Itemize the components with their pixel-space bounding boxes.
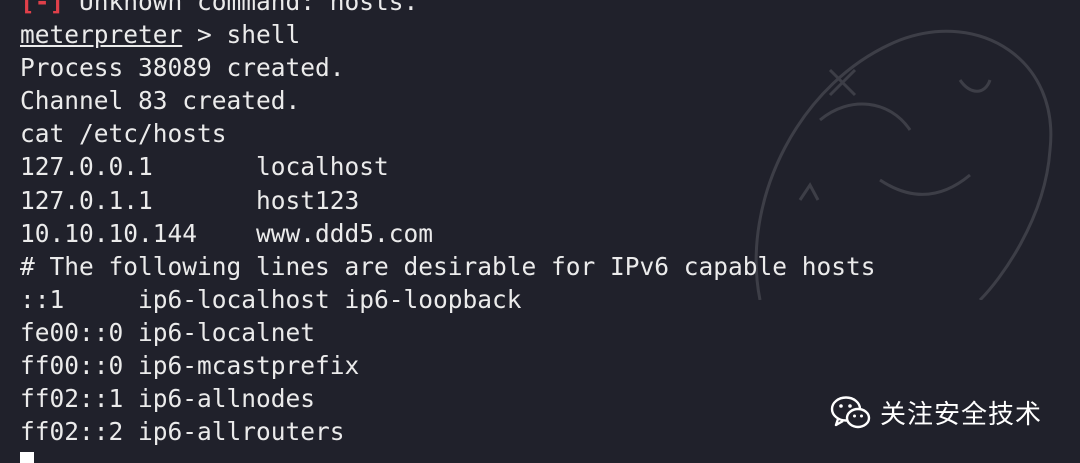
line-text: ff02::1 ip6-allnodes [20,384,316,414]
terminal-line: 127.0.0.1 localhost [20,150,876,183]
line-text: 10.10.10.144 www.ddd5.com [20,218,434,248]
line-text: 127.0.1.1 host123 [20,185,360,215]
terminal-line: fe00::0 ip6-localnet [20,316,876,349]
terminal-line: Channel 83 created. [20,84,876,117]
terminal-line: Process 38089 created. [20,51,876,84]
terminal-line: # The following lines are desirable for … [20,250,876,283]
terminal-line: ::1 ip6-localhost ip6-loopback [20,283,876,316]
meterpreter-prompt: meterpreter [20,20,183,50]
terminal-line: [-] Unknown command: hosts. [20,0,876,18]
watermark-text: 关注安全技术 [879,400,1042,430]
terminal-line: ff00::0 ip6-mcastprefix [20,349,876,382]
terminal-line: ff02::2 ip6-allrouters [20,415,876,448]
terminal-line: cat /etc/hosts [20,117,876,150]
line-text: 127.0.0.1 localhost [20,152,389,182]
line-text: Process 38089 created. [20,53,345,83]
wechat-watermark: 关注安全技术 [830,394,1042,431]
line-text: ::1 ip6-localhost ip6-loopback [20,284,522,314]
line-text: # The following lines are desirable for … [20,251,876,281]
terminal-line: 10.10.10.144 www.ddd5.com [20,217,876,250]
wechat-icon [830,395,871,428]
line-text: > shell [182,20,301,50]
terminal-output: [-] Unknown command: hosts. meterpreter >… [20,0,876,448]
line-text: fe00::0 ip6-localnet [20,317,316,347]
line-text: Channel 83 created. [20,86,301,116]
terminal-window[interactable]: [-] Unknown command: hosts. meterpreter >… [0,0,1080,463]
terminal-line: 127.0.1.1 host123 [20,184,876,217]
text-cursor [20,452,34,463]
error-tag: [-] [20,0,65,16]
input-line[interactable] [20,452,34,463]
line-text: ff02::2 ip6-allrouters [20,417,345,447]
line-text: ff00::0 ip6-mcastprefix [20,351,360,381]
line-text: cat /etc/hosts [20,119,227,149]
line-text: Unknown command: hosts. [64,0,419,16]
terminal-line: meterpreter > shell [20,18,876,51]
terminal-line: ff02::1 ip6-allnodes [20,382,876,415]
